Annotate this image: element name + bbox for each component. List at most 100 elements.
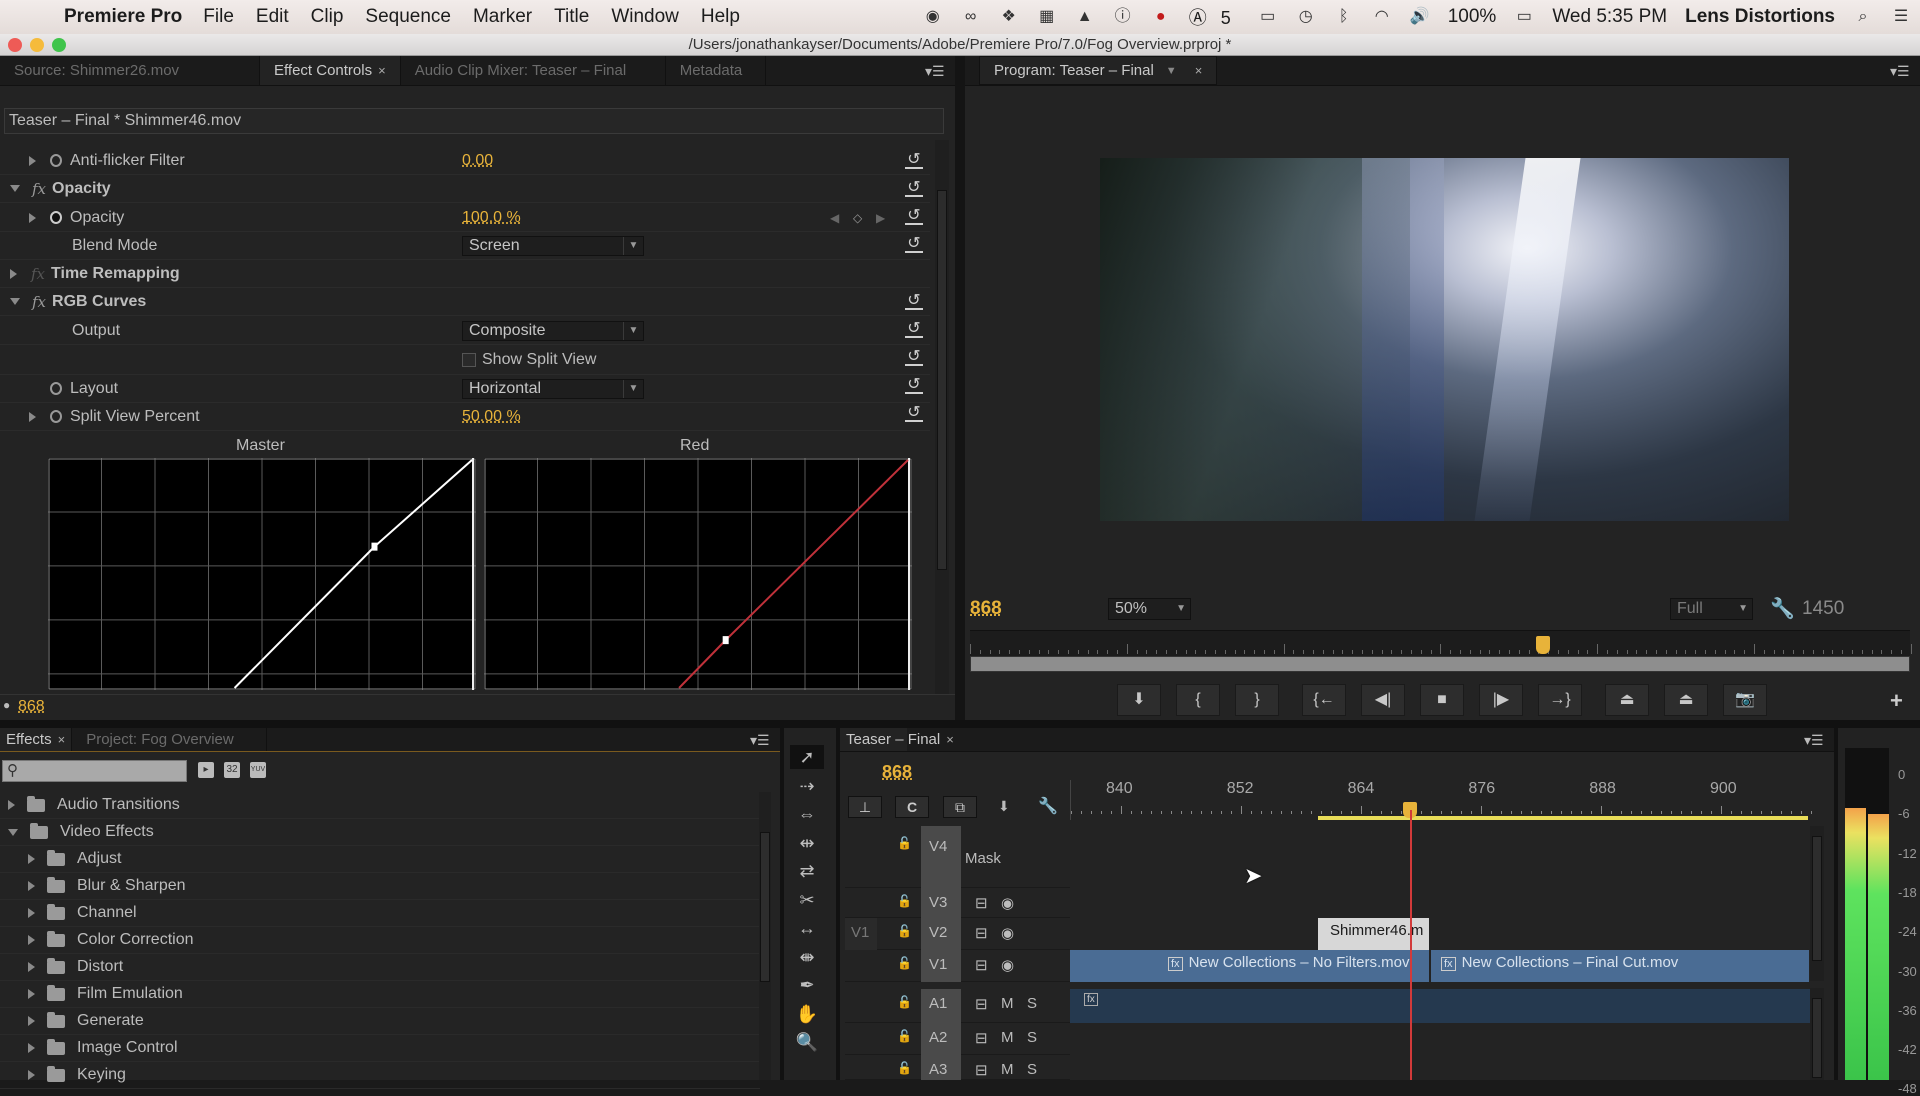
scrollbar-thumb[interactable] (937, 190, 947, 570)
tab-audio-clip-mixer[interactable]: Audio Clip Mixer: Teaser – Final (401, 56, 666, 85)
user-name[interactable]: Lens Distortions (1685, 6, 1835, 28)
files-icon[interactable]: ▦ (1037, 7, 1057, 27)
effects-tree-item[interactable]: Audio Transitions (0, 792, 760, 819)
32bit-filter-button[interactable]: 32 (224, 762, 240, 778)
wrench-icon[interactable]: 🔧 (1770, 596, 1795, 621)
expand-icon[interactable] (28, 908, 35, 918)
mute-button[interactable]: M (1001, 995, 1014, 1012)
track-target-v4[interactable]: V4 (921, 826, 961, 888)
clock[interactable]: Wed 5:35 PM (1552, 6, 1667, 28)
close-icon[interactable]: × (58, 732, 66, 747)
sync-lock-icon[interactable]: ⊟ (975, 894, 988, 912)
search-field[interactable] (23, 761, 183, 781)
opacity-value[interactable]: 100.0 % (462, 209, 521, 227)
stopwatch-icon[interactable] (50, 410, 62, 423)
collapse-icon[interactable] (10, 185, 20, 192)
program-time-ruler[interactable] (970, 630, 1912, 656)
panel-menu-icon[interactable]: ▾☰ (925, 56, 955, 85)
dropbox-icon[interactable]: ❖ (999, 7, 1019, 27)
airplay-icon[interactable]: ▭ (1258, 7, 1278, 27)
program-playhead[interactable] (1536, 636, 1551, 654)
add-marker-button[interactable]: ⬇ (1117, 684, 1161, 716)
go-to-out-button[interactable]: →} (1538, 684, 1582, 716)
anti-flicker-value[interactable]: 0.00 (462, 152, 493, 170)
bluetooth-icon[interactable]: ᛒ (1334, 7, 1354, 27)
menu-file[interactable]: File (203, 6, 234, 28)
toggle-output-eye-icon[interactable]: ◉ (1001, 956, 1014, 974)
curve-control-point[interactable] (722, 636, 729, 645)
expand-icon[interactable] (28, 1043, 35, 1053)
stopwatch-icon[interactable] (50, 382, 62, 395)
sync-lock-icon[interactable]: ⊟ (975, 1029, 988, 1047)
expand-icon[interactable] (28, 1070, 35, 1080)
output-dropdown[interactable]: Composite ▼ (462, 321, 644, 341)
tab-effect-controls[interactable]: Effect Controls × (260, 56, 401, 85)
reset-icon[interactable]: ↺ (905, 235, 923, 253)
red-record-icon[interactable]: ● (1151, 7, 1171, 27)
lock-icon[interactable]: 🔓 (897, 836, 912, 850)
app-menu[interactable]: Premiere Pro (64, 6, 182, 28)
track-target-a3[interactable]: A3 (921, 1055, 961, 1080)
reset-icon[interactable]: ↺ (905, 348, 923, 366)
go-to-in-button[interactable]: {← (1302, 684, 1346, 716)
expand-icon[interactable] (28, 854, 35, 864)
solo-button[interactable]: S (1027, 1029, 1037, 1046)
effects-tree-item[interactable]: Channel (0, 900, 760, 927)
effects-tree-item[interactable]: Video Effects (0, 819, 760, 846)
mute-button[interactable]: M (1001, 1029, 1014, 1046)
expand-icon[interactable] (29, 155, 36, 166)
effect-controls-scrollbar[interactable] (935, 140, 949, 695)
mark-out-button[interactable]: } (1235, 684, 1279, 716)
notification-center-icon[interactable]: ☰ (1891, 7, 1911, 27)
selection-tool-icon[interactable]: ➚ (790, 745, 824, 769)
scrollbar-thumb[interactable] (1812, 998, 1822, 1078)
lock-icon[interactable]: 🔓 (897, 1061, 912, 1075)
reset-icon[interactable]: ↺ (905, 404, 923, 422)
add-keyframe-icon[interactable]: ◇ (853, 211, 862, 225)
reset-icon[interactable]: ↺ (905, 376, 923, 394)
adobe-badge[interactable]: Ⓐ 5 (1189, 4, 1240, 30)
effects-scrollbar[interactable] (759, 792, 771, 1080)
solo-button[interactable]: S (1027, 995, 1037, 1012)
volume-icon[interactable]: 🔊 (1410, 7, 1430, 27)
master-curve-graph[interactable] (48, 458, 476, 690)
playback-resolution-dropdown[interactable]: Full ▼ (1670, 598, 1753, 620)
zoom-level-dropdown[interactable]: 50% ▼ (1108, 598, 1191, 620)
expand-icon[interactable] (28, 935, 35, 945)
wifi-icon[interactable]: ◠ (1372, 7, 1392, 27)
step-forward-button[interactable]: |▶ (1479, 684, 1523, 716)
chevron-down-icon[interactable]: ▼ (1166, 65, 1177, 77)
track-target-a2[interactable]: A2 (921, 1023, 961, 1055)
collapse-icon[interactable] (8, 828, 18, 836)
next-keyframe-icon[interactable]: ▶ (876, 211, 885, 225)
effects-tree-item[interactable]: Distort (0, 954, 760, 981)
expand-icon[interactable] (28, 989, 35, 999)
effects-search-input[interactable]: ⚲ (2, 760, 187, 782)
spotlight-icon[interactable]: ⌕ (1853, 7, 1873, 27)
linked-selection-button[interactable]: ⧉ (943, 796, 977, 818)
split-view-percent-value[interactable]: 50.00 % (462, 408, 521, 426)
effects-tree-item[interactable]: Keying (0, 1062, 760, 1089)
close-icon[interactable]: × (1195, 63, 1203, 78)
reset-icon[interactable]: ↺ (905, 179, 923, 197)
tab-project[interactable]: Project: Fog Overview (72, 728, 268, 751)
button-editor-add-icon[interactable]: + (1890, 688, 1903, 714)
slide-tool-icon[interactable]: ⇼ (790, 945, 824, 969)
expand-icon[interactable] (29, 411, 36, 422)
menu-help[interactable]: Help (701, 6, 740, 28)
zoom-tool-icon[interactable]: 🔍 (790, 1030, 824, 1054)
audio-tracks-scrollbar[interactable] (1810, 988, 1824, 1080)
tab-metadata[interactable]: Metadata (666, 56, 766, 85)
reset-icon[interactable]: ↺ (905, 207, 923, 225)
close-icon[interactable]: × (378, 63, 386, 78)
video-tracks-scrollbar[interactable] (1810, 826, 1824, 981)
clip-shimmer46[interactable]: Shimmer46.m (1318, 918, 1429, 950)
effects-tree-item[interactable]: Film Emulation (0, 981, 760, 1008)
timeline-settings-wrench-icon[interactable]: 🔧 (1038, 796, 1058, 816)
source-patch-v1[interactable]: V1 (845, 918, 877, 950)
tab-source[interactable]: Source: Shimmer26.mov (0, 56, 260, 85)
extract-button[interactable]: ⏏ (1664, 684, 1708, 716)
reset-icon[interactable]: ↺ (905, 320, 923, 338)
effects-tree-item[interactable]: Image Control (0, 1035, 760, 1062)
horizontal-divider[interactable] (0, 720, 1920, 728)
